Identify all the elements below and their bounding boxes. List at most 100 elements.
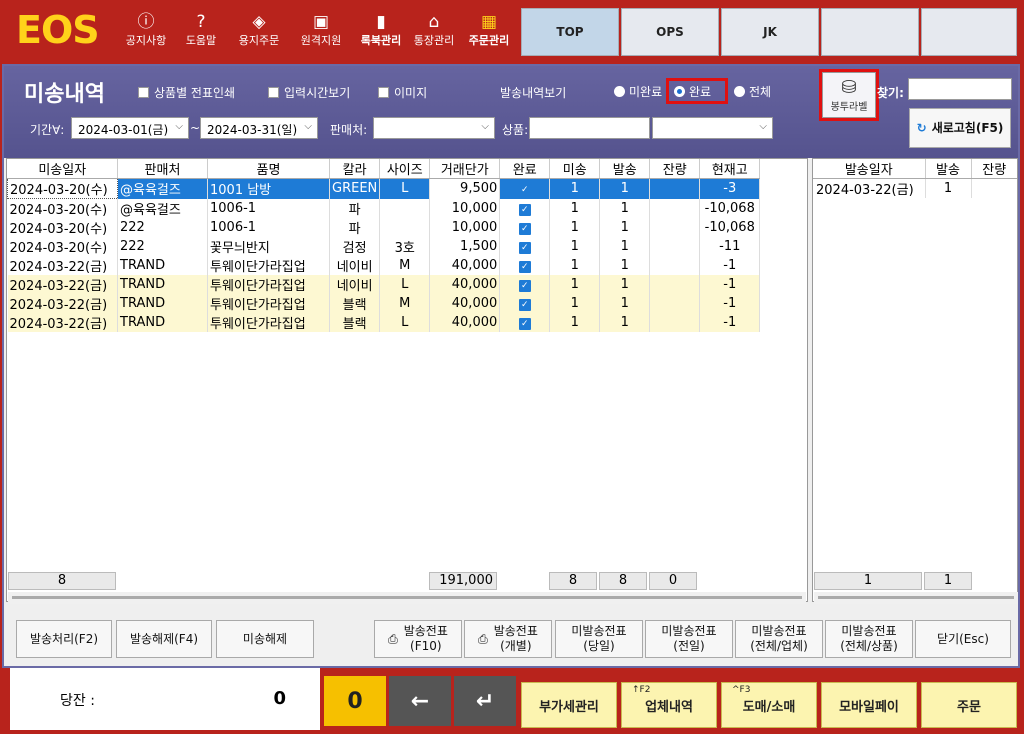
vendor-history-button[interactable]: ↑F2 업체내역 <box>621 682 717 728</box>
col-header[interactable]: 잔량 <box>971 159 1017 179</box>
cell-seller: TRAND <box>117 275 208 294</box>
print-slip-f10-button[interactable]: ⎙ 발송전표 (F10) <box>374 620 462 658</box>
cell-date: 2024-03-20(수) <box>7 178 118 199</box>
ship-button[interactable]: 발송처리(F2) <box>16 620 112 658</box>
chevron-down-icon: ⌵ <box>304 121 312 132</box>
check-icon[interactable]: ✓ <box>518 299 531 311</box>
unshipped-slip-today-button[interactable]: 미발송전표 (당일) <box>555 620 643 658</box>
search-input[interactable] <box>908 78 1012 100</box>
cell-price: 10,000 <box>429 198 501 218</box>
menu-help[interactable]: ? 도움말 <box>170 12 232 48</box>
scrollbar-thumb[interactable] <box>12 596 802 599</box>
product-select[interactable]: ⌵ <box>652 117 773 139</box>
mobile-pay-button[interactable]: 모바일페이 <box>821 682 917 728</box>
horizontal-scrollbar[interactable] <box>8 592 806 604</box>
cell-stock: -1 <box>699 313 761 332</box>
backspace-key[interactable]: ← <box>389 676 451 726</box>
unshipped-slip-vendor-button[interactable]: 미발송전표 (전체/업체) <box>735 620 823 658</box>
table-row[interactable]: 2024-03-22(금) TRAND 투웨이단가라집업 네이비 M 40,000 ✓ 1 1 -… <box>7 256 761 275</box>
tab-empty-2[interactable] <box>921 8 1017 56</box>
table-row[interactable]: 2024-03-20(수) @육육걸즈 1006-1 파 10,000 ✓ 1 1 -10,06… <box>7 198 761 218</box>
check-icon[interactable]: ✓ <box>518 242 531 254</box>
col-header[interactable]: 칼라 <box>329 159 381 179</box>
cell-price: 40,000 <box>429 275 501 294</box>
unshipped-slip-product-button[interactable]: 미발송전표 (전체/상품) <box>825 620 913 658</box>
radio-all[interactable]: 전체 <box>734 83 771 100</box>
col-header[interactable]: 미송일자 <box>7 159 118 179</box>
date-to-select[interactable]: 2024-03-31(일) ⌵ <box>200 117 318 139</box>
cell-product: 투웨이단가라집업 <box>207 275 330 294</box>
cell-stock: -10,068 <box>699 218 761 237</box>
checkbox-icon <box>378 87 389 98</box>
table-row[interactable]: 2024-03-22(금) TRAND 투웨이단가라집업 블랙 M 40,000 ✓ 1 1 -1 <box>7 294 761 313</box>
highlight-box <box>819 69 879 121</box>
tab-empty-1[interactable] <box>821 8 919 56</box>
table-row[interactable]: 2024-03-22(금) TRAND 투웨이단가라집업 네이비 L 40,000 ✓ 1 1 -… <box>7 275 761 294</box>
col-header[interactable]: 잔량 <box>649 159 701 179</box>
col-header[interactable]: 거래단가 <box>429 159 501 179</box>
check-icon[interactable]: ✓ <box>518 280 531 292</box>
check-icon[interactable]: ✓ <box>518 318 531 330</box>
zero-key[interactable]: 0 <box>324 676 386 726</box>
wholesale-retail-button[interactable]: ^F3 도매/소매 <box>721 682 817 728</box>
print-slip-each-button[interactable]: ⎙ 발송전표 (개별) <box>464 620 552 658</box>
enter-key[interactable]: ↵ <box>454 676 516 726</box>
scrollbar-thumb[interactable] <box>818 596 1014 599</box>
shipment-grid: 발송일자 발송 잔량 2024-03-22(금) 1 <box>812 158 1018 602</box>
unship-button[interactable]: 발송해제(F4) <box>116 620 212 658</box>
cell-misong: 1 <box>549 294 601 313</box>
menu-paper-order[interactable]: ◈ 용지주문 <box>228 12 290 48</box>
menu-order[interactable]: ▦ 주문관리 <box>458 12 520 48</box>
tab-jk[interactable]: JK <box>721 8 819 56</box>
cell-color: 네이비 <box>329 275 381 294</box>
cell-ship: 1 <box>599 313 651 332</box>
check-icon[interactable]: ✓ <box>518 223 531 235</box>
col-header[interactable]: 현재고 <box>699 159 761 179</box>
table-row[interactable]: 2024-03-22(금) 1 <box>813 178 1017 198</box>
check-icon[interactable]: ✓ <box>518 261 531 273</box>
table-row[interactable]: 2024-03-22(금) TRAND 투웨이단가라집업 블랙 L 40,000 ✓ 1 1 -1 <box>7 313 761 332</box>
menu-bank[interactable]: ⌂ 통장관리 <box>403 12 465 48</box>
col-header[interactable]: 사이즈 <box>379 159 431 179</box>
check-icon[interactable]: ✓ <box>518 203 531 216</box>
close-button[interactable]: 닫기(Esc) <box>915 620 1011 658</box>
cell-seller: @육육걸즈 <box>117 178 208 199</box>
vat-button[interactable]: 부가세관리 <box>521 682 617 728</box>
table-row[interactable]: 2024-03-20(수) 222 1006-1 파 10,000 ✓ 1 1 -10,068 <box>7 218 761 237</box>
tab-ops[interactable]: OPS <box>621 8 719 56</box>
col-header[interactable]: 완료 <box>499 159 551 179</box>
col-header[interactable]: 발송 <box>599 159 651 179</box>
order-button[interactable]: 주문 <box>921 682 1017 728</box>
radio-incomplete[interactable]: 미완료 <box>614 83 662 100</box>
col-header[interactable]: 판매처 <box>117 159 208 179</box>
table-row[interactable]: 2024-03-20(수) 222 꽃무늬반지 검정 3호 1,500 ✓ 1 1 -11 <box>7 237 761 256</box>
menu-notice[interactable]: ⓘ 공지사항 <box>115 12 177 48</box>
cell-price: 40,000 <box>429 294 501 313</box>
period-label: 기간∀: <box>30 123 65 137</box>
seller-select[interactable]: ⌵ <box>373 117 495 139</box>
misong-release-button[interactable]: 미송해제 <box>216 620 314 658</box>
check-input-time[interactable]: 입력시간보기 <box>268 84 350 101</box>
cell-color: 파 <box>329 218 381 237</box>
right-horizontal-scrollbar[interactable] <box>814 592 1018 604</box>
enter-icon: ↵ <box>475 688 495 714</box>
check-image[interactable]: 이미지 <box>378 84 427 101</box>
cell-color: 블랙 <box>329 294 381 313</box>
check-icon[interactable]: ✓ <box>518 184 531 197</box>
table-row[interactable]: 2024-03-20(수) @육육걸즈 1001 남방 GREEN L 9,500 ✓ 1 1 -… <box>7 178 761 199</box>
col-header[interactable]: 발송일자 <box>813 159 926 179</box>
menu-remote[interactable]: ▣ 원격지원 <box>290 12 352 48</box>
check-print-by-product[interactable]: 상품별 전표인쇄 <box>138 84 235 101</box>
tab-top[interactable]: TOP <box>521 8 619 56</box>
misong-grid: 미송일자 판매처 품명 칼라 사이즈 거래단가 완료 미송 발송 잔량 현재고 … <box>6 158 808 602</box>
cell-seller: TRAND <box>117 313 208 332</box>
cell-ship: 1 <box>599 198 651 218</box>
unshipped-slip-prev-day-button[interactable]: 미발송전표 (전일) <box>645 620 733 658</box>
cell-color: 블랙 <box>329 313 381 332</box>
product-input[interactable] <box>529 117 650 139</box>
date-from-select[interactable]: 2024-03-01(금) ⌵ <box>71 117 189 139</box>
col-header[interactable]: 발송 <box>925 159 972 179</box>
col-header[interactable]: 미송 <box>549 159 601 179</box>
col-header[interactable]: 품명 <box>207 159 330 179</box>
refresh-button[interactable]: ↻ 새로고침(F5) <box>909 108 1011 148</box>
